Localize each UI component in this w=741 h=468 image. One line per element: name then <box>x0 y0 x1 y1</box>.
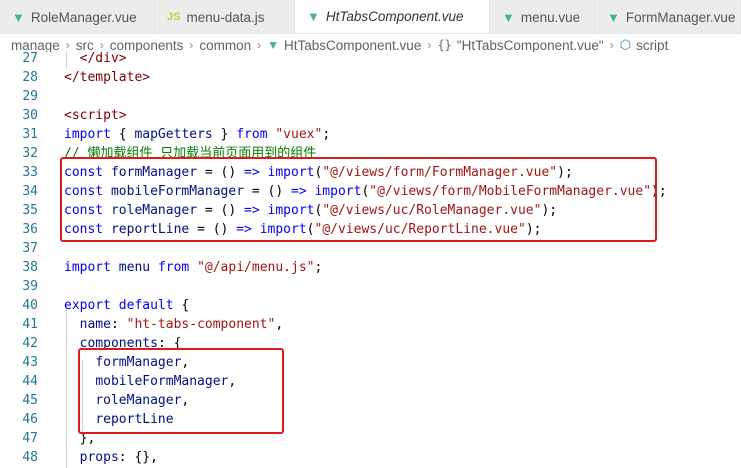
tab-label: RoleManager.vue <box>30 9 137 25</box>
tab-httabscomponent[interactable]: ▼ HtTabsComponent.vue <box>295 0 490 33</box>
line-number: 36 <box>22 222 38 237</box>
line-number: 43 <box>22 355 38 370</box>
tab-formmanager[interactable]: ▼ FormManager.vue <box>595 0 741 33</box>
code-text: <script> <box>64 108 127 123</box>
tab-label: HtTabsComponent.vue <box>325 9 464 24</box>
code-line: 27 </div> <box>0 49 741 68</box>
line-number: 46 <box>22 412 38 427</box>
code-line: 36 const reportLine = () => import("@/vi… <box>0 220 741 239</box>
code-line: 45 roleManager, <box>0 391 741 410</box>
line-number: 28 <box>22 70 38 85</box>
line-number: 37 <box>22 241 38 256</box>
code-line: 35 const roleManager = () => import("@/v… <box>0 201 741 220</box>
line-number: 41 <box>22 317 38 332</box>
code-text: const roleManager = () => import("@/view… <box>64 203 558 218</box>
line-number: 44 <box>22 374 38 389</box>
code-text: props: {}, <box>79 450 158 465</box>
line-number: 47 <box>22 431 38 446</box>
line-number: 45 <box>22 393 38 408</box>
code-line: 47 }, <box>0 429 741 448</box>
line-number: 34 <box>22 184 38 199</box>
line-number: 38 <box>22 260 38 275</box>
code-text: reportLine <box>95 412 174 427</box>
code-line: 39 <box>0 277 741 296</box>
tab-label: FormManager.vue <box>625 9 736 25</box>
code-editor[interactable]: 27 </div> 28 </template> 29 30 <script> … <box>0 49 741 468</box>
line-number: 39 <box>22 279 38 294</box>
line-number: 40 <box>22 298 38 313</box>
js-icon: JS <box>167 11 181 23</box>
tab-rolemanager[interactable]: ▼ RoleManager.vue <box>0 0 155 33</box>
code-line: 37 <box>0 239 741 258</box>
code-line: 33 const formManager = () => import("@/v… <box>0 163 741 182</box>
code-line: 30 <script> <box>0 106 741 125</box>
code-text: </div> <box>79 51 127 66</box>
code-text: const reportLine = () => import("@/views… <box>64 222 542 237</box>
code-text: const mobileFormManager = () => import("… <box>64 184 667 199</box>
code-text: name: "ht-tabs-component", <box>79 317 284 332</box>
code-line: 34 const mobileFormManager = () => impor… <box>0 182 741 201</box>
code-line: 43 formManager, <box>0 353 741 372</box>
tab-menu-data[interactable]: JS menu-data.js <box>155 0 295 33</box>
code-text: </template> <box>64 70 151 85</box>
tab-label: menu-data.js <box>186 9 265 25</box>
code-line: 32 // 懒加载组件 只加载当前页面用到的组件 <box>0 144 741 163</box>
line-number: 42 <box>22 336 38 351</box>
code-text: export default { <box>64 298 190 313</box>
vue-icon: ▼ <box>12 9 25 25</box>
code-line: 29 <box>0 87 741 106</box>
code-line: 40 export default { <box>0 296 741 315</box>
tab-menu[interactable]: ▼ menu.vue <box>490 0 595 33</box>
line-number: 31 <box>22 127 38 142</box>
code-line: 31 import { mapGetters } from "vuex"; <box>0 125 741 144</box>
code-line: 44 mobileFormManager, <box>0 372 741 391</box>
code-text: mobileFormManager, <box>95 374 237 389</box>
code-text: import { mapGetters } from "vuex"; <box>64 127 331 142</box>
vue-icon: ▼ <box>607 9 620 25</box>
line-number: 32 <box>22 146 38 161</box>
line-number: 29 <box>22 89 38 104</box>
vue-icon: ▼ <box>502 9 515 25</box>
vue-icon: ▼ <box>307 9 320 24</box>
code-text: components: { <box>79 336 182 351</box>
code-text: formManager, <box>95 355 190 370</box>
code-line: 42 components: { <box>0 334 741 353</box>
code-line: 46 reportLine <box>0 410 741 429</box>
line-number: 27 <box>22 51 38 66</box>
code-line: 38 import menu from "@/api/menu.js"; <box>0 258 741 277</box>
code-line: 48 props: {}, <box>0 448 741 467</box>
line-number: 30 <box>22 108 38 123</box>
line-number: 35 <box>22 203 38 218</box>
code-text: import menu from "@/api/menu.js"; <box>64 260 323 275</box>
code-text: roleManager, <box>95 393 190 408</box>
line-number: 33 <box>22 165 38 180</box>
line-number: 48 <box>22 450 38 465</box>
code-line: 41 name: "ht-tabs-component", <box>0 315 741 334</box>
tab-label: menu.vue <box>520 9 581 25</box>
code-text: }, <box>64 431 96 446</box>
code-text: const formManager = () => import("@/view… <box>64 165 573 180</box>
editor-tab-bar: ▼ RoleManager.vue JS menu-data.js ▼ HtTa… <box>0 0 741 34</box>
code-comment: // 懒加载组件 只加载当前页面用到的组件 <box>64 146 317 161</box>
code-line: 28 </template> <box>0 68 741 87</box>
